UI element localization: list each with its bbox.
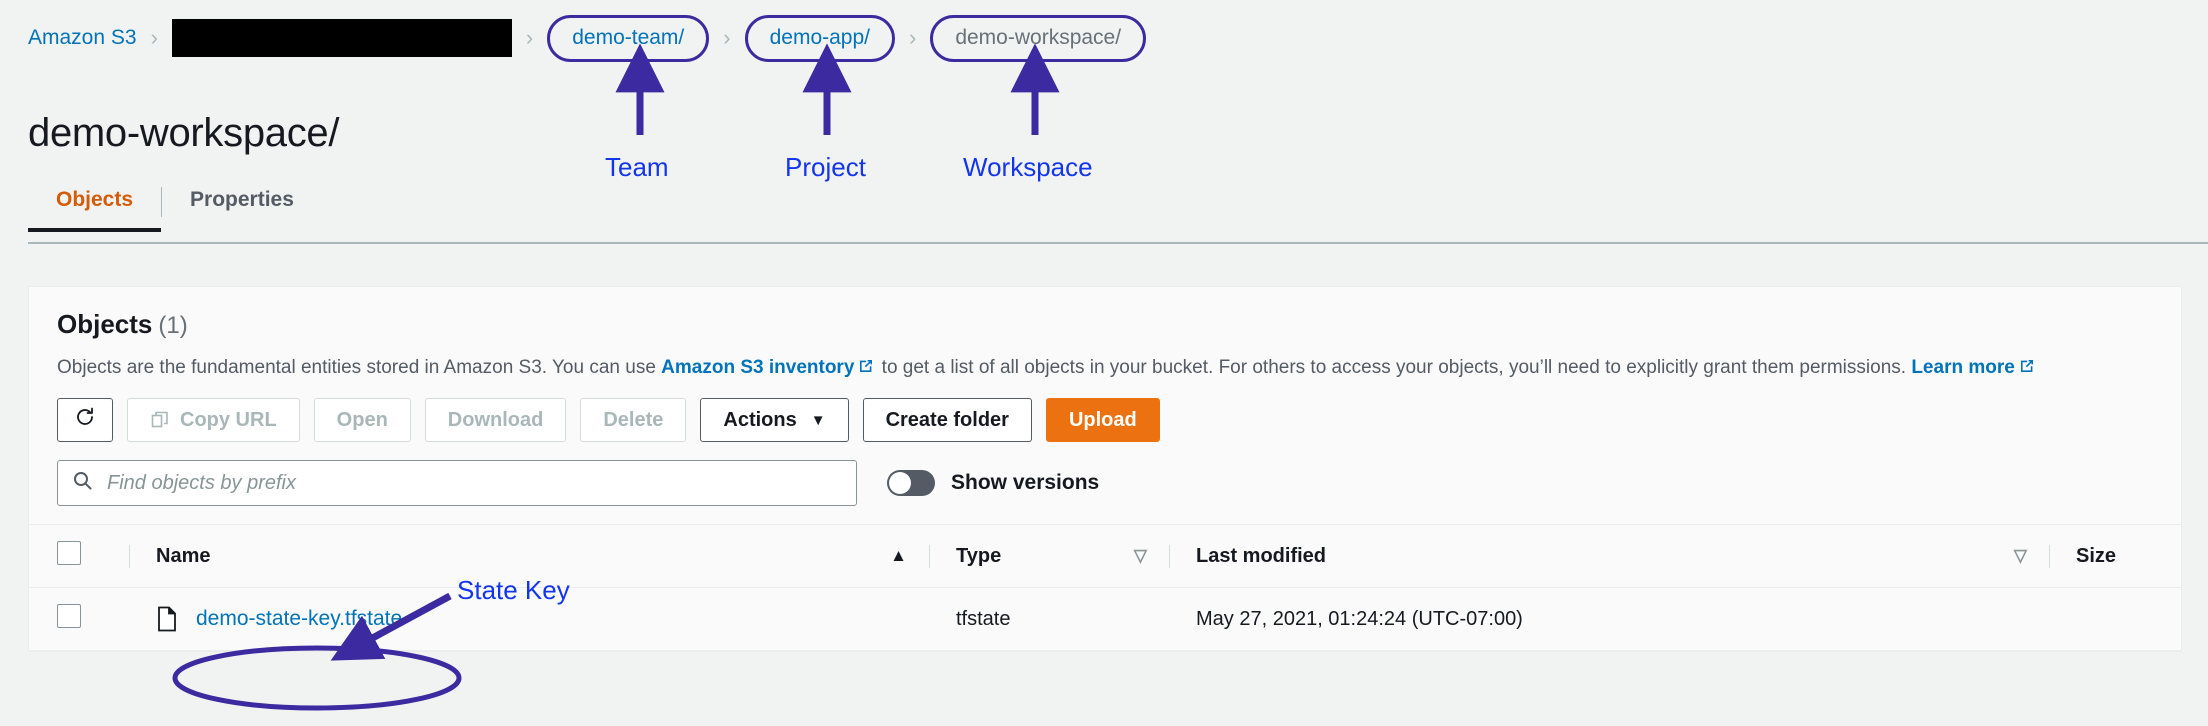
external-link-icon <box>858 358 874 374</box>
copy-icon <box>150 410 170 430</box>
column-header-size[interactable]: Size <box>2049 524 2181 588</box>
highlight-ellipse-state-key <box>172 645 462 711</box>
refresh-icon <box>73 405 97 435</box>
show-versions-toggle-group[interactable]: Show versions <box>887 470 1099 496</box>
amazon-s3-inventory-link[interactable]: Amazon S3 inventory <box>661 357 854 378</box>
table-header-row: Name ▲ Type ▽ Last modified ▽ Size <box>29 524 2181 588</box>
breadcrumb-item-redacted <box>171 19 512 57</box>
search-input[interactable] <box>105 470 842 496</box>
objects-table-head: Name ▲ Type ▽ Last modified ▽ Size <box>29 524 2181 588</box>
objects-panel-count: (1) <box>158 312 188 339</box>
breadcrumb-item-demo-workspace: demo-workspace/ <box>930 14 1147 62</box>
column-header-name-label: Name <box>156 544 211 567</box>
column-header-last-modified-label: Last modified <box>1196 544 1327 567</box>
column-header-type-label: Type <box>956 544 1002 567</box>
copy-url-label: Copy URL <box>180 408 277 431</box>
objects-panel-title: Objects <box>57 309 153 339</box>
delete-button[interactable]: Delete <box>580 398 687 442</box>
copy-url-button[interactable]: Copy URL <box>127 398 300 442</box>
object-name-link[interactable]: demo-state-key.tfstate <box>196 607 402 631</box>
row-last-modified-value: May 27, 2021, 01:24:24 (UTC-07:00) <box>1196 607 1523 630</box>
actions-label: Actions <box>723 408 797 431</box>
breadcrumb-item-demo-workspace-label: demo-workspace/ <box>955 25 1122 49</box>
objects-table-body: demo-state-key.tfstate tfstate May 27, 2… <box>29 587 2181 651</box>
download-button[interactable]: Download <box>424 398 567 442</box>
annotation-label-workspace: Workspace <box>963 152 1093 182</box>
breadcrumb-item-demo-app[interactable]: demo-app/ <box>744 14 895 62</box>
breadcrumb-item-demo-team-label[interactable]: demo-team/ <box>572 26 684 50</box>
objects-table: Name ▲ Type ▽ Last modified ▽ Size demo-… <box>29 524 2181 651</box>
objects-toolbar: Copy URL Open Download Delete Actions ▼ … <box>29 380 2181 442</box>
sort-descending-icon[interactable]: ▽ <box>2014 546 2027 566</box>
breadcrumb-separator: › <box>723 25 731 50</box>
description-part-2: to get a list of all objects in your buc… <box>876 357 1912 378</box>
actions-button[interactable]: Actions ▼ <box>700 398 849 442</box>
objects-panel: Objects (1) Objects are the fundamental e… <box>28 286 2182 652</box>
document-icon <box>156 606 178 632</box>
objects-panel-description: Objects are the fundamental entities sto… <box>57 356 2153 380</box>
row-last-modified-cell: May 27, 2021, 01:24:24 (UTC-07:00) <box>1169 587 2049 651</box>
sort-ascending-icon[interactable]: ▲ <box>890 546 907 566</box>
annotation-label-team: Team <box>605 152 669 182</box>
tab-objects[interactable]: Objects <box>28 186 162 232</box>
annotation-label-state-key: State Key <box>457 575 570 605</box>
table-row: demo-state-key.tfstate tfstate May 27, 2… <box>29 587 2181 651</box>
column-header-last-modified[interactable]: Last modified ▽ <box>1169 524 2049 588</box>
search-input-wrapper[interactable] <box>57 460 857 506</box>
chevron-down-icon: ▼ <box>810 411 826 429</box>
toggle-knob <box>889 472 911 494</box>
tab-list: Objects Properties <box>28 186 2208 244</box>
breadcrumb-separator: › <box>525 25 534 50</box>
description-part-1: Objects are the fundamental entities sto… <box>57 357 662 378</box>
search-icon <box>72 470 93 496</box>
refresh-button[interactable] <box>57 398 113 442</box>
breadcrumb-item-demo-team[interactable]: demo-team/ <box>547 14 710 62</box>
learn-more-link[interactable]: Learn more <box>1911 357 2014 378</box>
breadcrumb-separator: › <box>150 25 158 50</box>
row-checkbox[interactable] <box>57 604 81 628</box>
row-size-cell <box>2049 587 2181 651</box>
annotation-label-project: Project <box>785 152 866 182</box>
breadcrumb-item-amazon-s3[interactable]: Amazon S3 <box>28 26 137 50</box>
sort-descending-icon[interactable]: ▽ <box>1134 546 1147 566</box>
breadcrumb-separator: › <box>909 25 917 50</box>
open-button[interactable]: Open <box>313 398 411 442</box>
objects-panel-header: Objects (1) Objects are the fundamental e… <box>29 287 2181 380</box>
page-title: demo-workspace/ <box>28 110 340 155</box>
select-all-checkbox[interactable] <box>57 541 81 565</box>
row-type-cell: tfstate <box>929 587 1169 651</box>
tab-properties[interactable]: Properties <box>162 186 322 230</box>
create-folder-button[interactable]: Create folder <box>862 398 1032 442</box>
row-type-value: tfstate <box>956 607 1011 630</box>
upload-button[interactable]: Upload <box>1045 398 1160 442</box>
row-select-cell <box>29 587 129 651</box>
column-header-size-label: Size <box>2076 544 2117 567</box>
column-header-type[interactable]: Type ▽ <box>929 524 1169 588</box>
select-all-header <box>29 524 129 588</box>
show-versions-toggle[interactable] <box>887 470 935 496</box>
external-link-icon <box>2019 358 2035 374</box>
breadcrumb-item-demo-app-label[interactable]: demo-app/ <box>770 26 870 50</box>
breadcrumb: Amazon S3 › › demo-team/ › demo-app/ › d… <box>28 14 1147 62</box>
show-versions-label: Show versions <box>951 471 1100 494</box>
objects-search-row: Show versions <box>29 442 2181 506</box>
